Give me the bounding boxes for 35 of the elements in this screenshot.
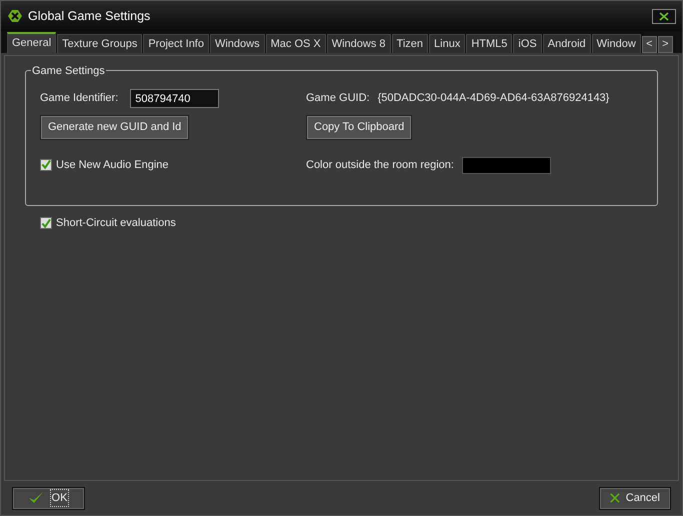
field-label: Game Identifier: (40, 91, 118, 106)
cancel-button[interactable]: Cancel (599, 486, 671, 510)
tab[interactable]: Texture Groups (57, 34, 142, 53)
window-title: Global Game Settings (28, 8, 150, 25)
cross-icon (610, 491, 620, 505)
tab[interactable]: HTML5 (466, 34, 512, 53)
tab[interactable]: General (7, 32, 56, 53)
guid-value: {50DADC30-044A-4D69-AD64-63A876924143} (378, 91, 610, 106)
close-button[interactable] (652, 8, 676, 24)
tab[interactable]: iOS (513, 34, 542, 53)
tab[interactable]: Linux (429, 34, 466, 53)
tab[interactable]: Android (542, 34, 591, 53)
group-title: Game Settings (31, 63, 106, 80)
checkbox-label: Use New Audio Engine (56, 158, 169, 172)
input-field[interactable]: 508794740 (130, 89, 220, 108)
tab[interactable]: Windows (210, 34, 265, 53)
copy-button[interactable]: Copy To Clipboard (306, 115, 412, 140)
field-label: Game GUID: (306, 91, 370, 106)
close-icon (659, 12, 669, 20)
color-swatch[interactable] (462, 156, 551, 174)
checkbox[interactable] (40, 158, 52, 171)
tab[interactable]: Tizen (392, 34, 428, 53)
generate-button[interactable]: Generate new GUID and Id (40, 115, 190, 140)
app-logo-icon (7, 9, 23, 23)
field-label: Color outside the room region: (306, 158, 454, 173)
ok-button[interactable]: OK (12, 486, 85, 510)
checkbox-label: Short-Circuit evaluations (56, 216, 176, 231)
tab[interactable]: Windows 8 (326, 34, 391, 53)
tab[interactable]: Window (592, 34, 641, 53)
tab[interactable]: Project Info (143, 34, 209, 53)
checkmark-icon (28, 491, 44, 505)
checkbox[interactable] (40, 217, 52, 230)
tab[interactable]: Mac OS X (266, 34, 326, 53)
scroll-right-button[interactable]: > (658, 36, 673, 53)
scroll-left-button[interactable]: < (642, 36, 657, 53)
